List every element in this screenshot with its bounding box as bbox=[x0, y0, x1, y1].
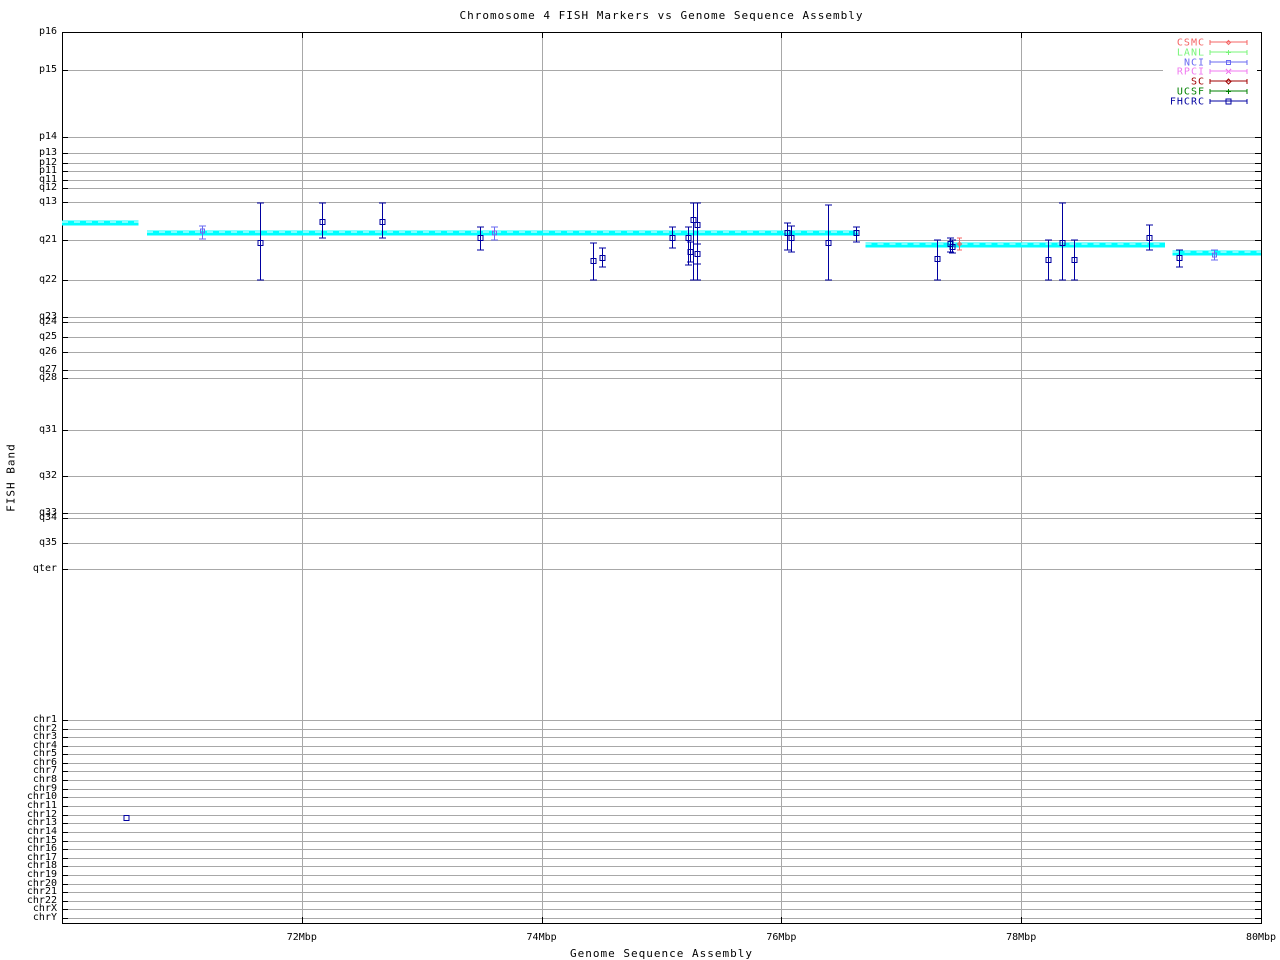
x-axis-title: Genome Sequence Assembly bbox=[570, 947, 753, 960]
y-tick-label-q35: q35 bbox=[38, 537, 57, 548]
y-tick-label-p14: p14 bbox=[38, 131, 57, 142]
y-tick-label-q12: q12 bbox=[38, 182, 57, 193]
y-tick-label-q13: q13 bbox=[38, 196, 57, 207]
y-tick-label-q26: q26 bbox=[38, 346, 57, 357]
x-tick-label-74Mbp: 74Mbp bbox=[526, 932, 557, 943]
x-tick-label-80Mbp: 80Mbp bbox=[1245, 932, 1277, 943]
y-tick-label-p16: p16 bbox=[38, 26, 57, 37]
y-tick-label-q22: q22 bbox=[38, 274, 57, 285]
y-tick-label-q25: q25 bbox=[38, 331, 57, 342]
x-tick-label-72Mbp: 72Mbp bbox=[286, 932, 317, 943]
y-tick-label-q21: q21 bbox=[38, 234, 57, 245]
x-tick-label-76Mbp: 76Mbp bbox=[766, 932, 797, 943]
fish-marker-chart: CSMC LANL NCI RPCI SC UCSF FHCRC Chromosome 4 … bbox=[0, 0, 1280, 960]
chart-title: Chromosome 4 FISH Markers vs Genome Sequ… bbox=[459, 9, 864, 22]
y-tick-label-q28: q28 bbox=[38, 372, 57, 383]
y-tick-label-q32: q32 bbox=[38, 470, 57, 481]
plot-area: CSMCLANLNCIRPCISCUCSFFHCRC bbox=[62, 32, 1262, 924]
x-tick-label-78Mbp: 78Mbp bbox=[1006, 932, 1037, 943]
y-tick-label-q31: q31 bbox=[38, 424, 57, 435]
y-tick-label-chrY: chrY bbox=[32, 912, 57, 923]
y-tick-label-q34: q34 bbox=[38, 512, 57, 523]
y-tick-label-q24: q24 bbox=[38, 316, 57, 327]
legend-label-FHCRC: FHCRC bbox=[1170, 97, 1205, 108]
y-tick-label-qter: qter bbox=[32, 563, 57, 574]
square-marker bbox=[123, 815, 130, 821]
y-tick-label-p15: p15 bbox=[38, 64, 57, 75]
